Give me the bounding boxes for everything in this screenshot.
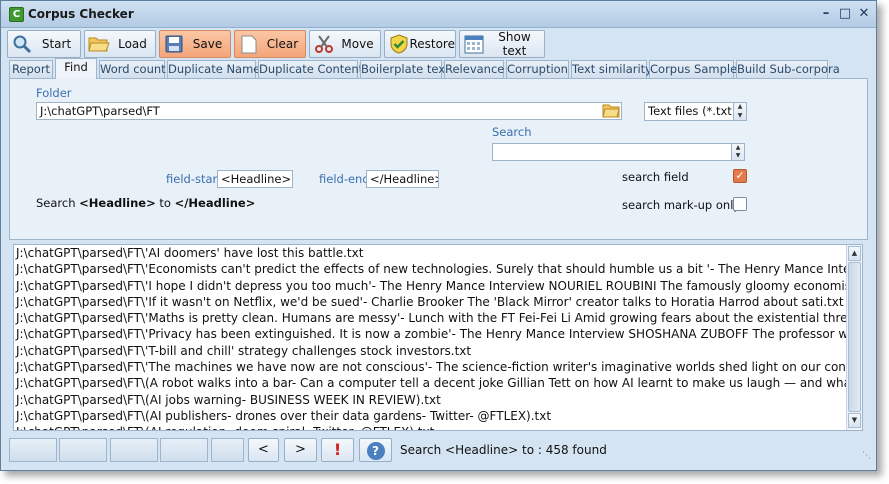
scroll-up-icon[interactable]: ▲	[848, 246, 861, 261]
result-row[interactable]: J:\chatGPT\parsed\FT\'I hope I didn't de…	[14, 278, 846, 294]
folder-open-icon	[88, 33, 110, 55]
status-panel-2	[59, 438, 107, 462]
summary-prefix: Search	[36, 196, 80, 210]
result-row[interactable]: J:\chatGPT\parsed\FT\(A robot walks into…	[14, 375, 846, 391]
status-panel-3	[110, 438, 158, 462]
load-label: Load	[118, 37, 147, 51]
result-row[interactable]: J:\chatGPT\parsed\FT\'Economists can't p…	[14, 261, 846, 277]
tab-duplicate-contents[interactable]: Duplicate Contents	[258, 60, 369, 79]
blank-page-icon	[238, 33, 260, 55]
tab-report[interactable]: Report	[9, 60, 53, 79]
search-markup-checkbox[interactable]	[733, 197, 747, 211]
tab-corruption[interactable]: Corruption	[506, 60, 569, 79]
summary-mid: to	[155, 196, 175, 210]
tab-duplicate-names[interactable]: Duplicate Names	[167, 60, 266, 79]
result-row[interactable]: J:\chatGPT\parsed\FT\'The machines we ha…	[14, 359, 846, 375]
vertical-scrollbar[interactable]: ▲ ▼	[846, 245, 862, 430]
minimize-icon[interactable]: –	[818, 6, 834, 22]
floppy-disk-icon	[163, 33, 185, 55]
shield-check-icon	[388, 33, 409, 55]
result-row[interactable]: J:\chatGPT\parsed\FT\(AI jobs warning- B…	[14, 392, 846, 408]
show-text-button[interactable]: Show text	[459, 30, 545, 58]
prev-button[interactable]: <	[248, 438, 279, 462]
result-row[interactable]: J:\chatGPT\parsed\FT\'T-bill and chill' …	[14, 343, 846, 359]
clear-button[interactable]: Clear	[234, 30, 306, 58]
folder-field[interactable]: J:\chatGPT\parsed\FT	[36, 102, 622, 120]
tab-strip: Report Find Word count Duplicate Names D…	[9, 58, 876, 79]
load-button[interactable]: Load	[84, 30, 156, 58]
toolbar: Start Load Save Clear Move Restore Show …	[1, 28, 876, 60]
search-field-label: search field	[622, 170, 689, 184]
summary-end-tag: </Headline>	[174, 196, 256, 210]
status-bar: < > ! ? Search <Headline> to : 458 found…	[1, 435, 876, 465]
app-icon: C	[9, 7, 24, 22]
next-button[interactable]: >	[284, 438, 317, 462]
maximize-icon[interactable]: □	[837, 6, 853, 22]
clear-label: Clear	[266, 37, 299, 51]
results-list-content: J:\chatGPT\parsed\FT\'AI doomers' have l…	[14, 245, 846, 430]
help-button[interactable]: ?	[359, 438, 392, 462]
move-label: Move	[341, 37, 374, 51]
results-list[interactable]: J:\chatGPT\parsed\FT\'AI doomers' have l…	[13, 244, 863, 431]
folder-label: Folder	[36, 86, 72, 100]
status-message: Search <Headline> to : 458 found	[400, 443, 607, 457]
show-text-label: Show text	[498, 30, 531, 58]
result-row[interactable]: J:\chatGPT\parsed\FT\(AI publishers- dro…	[14, 408, 846, 424]
scroll-down-icon[interactable]: ▼	[848, 413, 861, 428]
main-window: C Corpus Checker – □ ✕ Start Load Save C…	[0, 0, 877, 471]
field-start-label: field-start	[166, 172, 222, 186]
search-input[interactable]	[492, 143, 732, 161]
result-row[interactable]: J:\chatGPT\parsed\FT\'AI doomers' have l…	[14, 245, 846, 261]
result-row[interactable]: J:\chatGPT\parsed\FT\'Privacy has been e…	[14, 326, 846, 342]
result-row[interactable]: J:\chatGPT\parsed\FT\'If it wasn't on Ne…	[14, 294, 846, 310]
search-markup-label: search mark-up only	[622, 198, 741, 212]
status-panel-5	[211, 438, 244, 462]
restore-label: Restore	[409, 37, 455, 51]
window-title: Corpus Checker	[28, 7, 134, 21]
tab-boilerplate-text[interactable]: Boilerplate text	[360, 60, 450, 79]
search-spin-icon[interactable]: ▲ ▼	[731, 143, 745, 161]
restore-button[interactable]: Restore	[384, 30, 456, 58]
status-panel-4	[160, 438, 208, 462]
save-label: Save	[192, 37, 223, 51]
help-icon: ?	[366, 442, 385, 460]
filetype-select[interactable]: Text files (*.txt)	[644, 102, 734, 121]
field-start-input[interactable]: <Headline>	[217, 170, 293, 188]
tab-word-count[interactable]: Word count	[99, 60, 166, 79]
status-panel-1	[9, 438, 57, 462]
start-label: Start	[41, 37, 72, 51]
scroll-thumb[interactable]	[848, 262, 861, 412]
field-end-label: field-end	[319, 172, 370, 186]
tab-corpus-sampler[interactable]: Corpus Sampler	[649, 60, 742, 79]
close-icon[interactable]: ✕	[856, 6, 872, 22]
calendar-icon	[463, 33, 485, 55]
magnifier-icon	[11, 33, 33, 55]
alert-button[interactable]: !	[321, 438, 354, 462]
resize-grip-icon[interactable]: ⋱	[862, 451, 872, 461]
scissors-icon	[313, 33, 335, 55]
search-label: Search	[492, 125, 532, 139]
summary-start-tag: <Headline>	[79, 196, 156, 210]
find-panel: Folder J:\chatGPT\parsed\FT Text files (…	[9, 78, 868, 240]
search-summary: Search <Headline> to </Headline>	[36, 196, 255, 210]
filetype-spin-icon[interactable]: ▲ ▼	[733, 102, 747, 121]
start-button[interactable]: Start	[7, 30, 81, 58]
tab-build-sub-corpora[interactable]: Build Sub-corpora	[736, 60, 840, 79]
tab-relevance[interactable]: Relevance	[444, 60, 504, 79]
search-field-checkbox[interactable]: ✓	[733, 169, 747, 183]
tab-text-similarity[interactable]: Text similarity	[571, 60, 652, 79]
browse-folder-icon[interactable]	[602, 103, 620, 119]
field-end-input[interactable]: </Headline>	[366, 170, 439, 188]
title-bar[interactable]: C Corpus Checker – □ ✕	[1, 1, 876, 28]
result-row[interactable]: J:\chatGPT\parsed\FT\'Maths is pretty cl…	[14, 310, 846, 326]
result-row[interactable]: J:\chatGPT\parsed\FT\(AI regulation- doo…	[14, 424, 846, 430]
save-button[interactable]: Save	[159, 30, 231, 58]
tab-find[interactable]: Find	[55, 58, 97, 79]
move-button[interactable]: Move	[309, 30, 381, 58]
